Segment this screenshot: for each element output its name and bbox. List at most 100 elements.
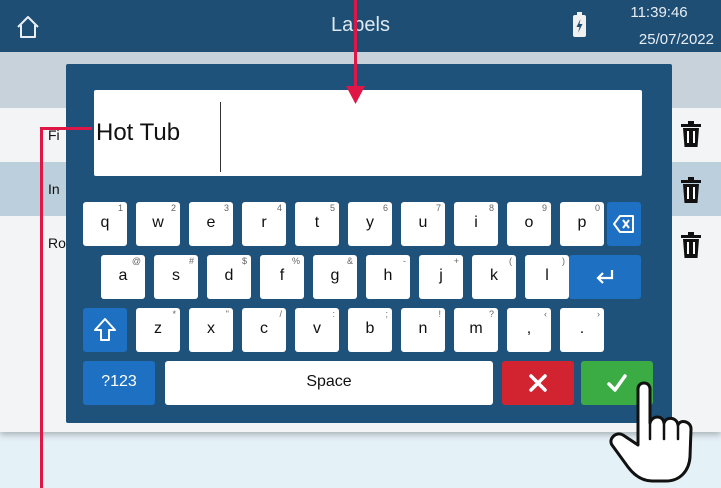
key-alt-label: # [188, 256, 194, 266]
key-alt-label: 9 [541, 203, 547, 213]
key-label: b [365, 320, 375, 337]
key-p[interactable]: p0 [560, 202, 604, 246]
key-label: n [418, 320, 428, 337]
key-r[interactable]: r4 [242, 202, 286, 246]
clock-time: 11:39:46 [630, 4, 688, 21]
key-label: i [474, 214, 478, 231]
key-b[interactable]: b; [348, 308, 392, 352]
label-text-input[interactable]: Hot Tub [94, 90, 642, 176]
key-q[interactable]: q1 [83, 202, 127, 246]
key-s[interactable]: s # [154, 255, 198, 299]
key-n[interactable]: n! [401, 308, 445, 352]
key-e[interactable]: e3 [189, 202, 233, 246]
key-label: p [577, 214, 587, 231]
key-label: e [206, 214, 216, 231]
hand-pointer-icon [609, 381, 693, 483]
key-label: . [579, 320, 585, 337]
key-label: m [469, 320, 483, 337]
key-label: r [261, 214, 267, 231]
trash-icon[interactable] [681, 232, 701, 258]
key-label: a [118, 267, 128, 284]
key-j[interactable]: j + [419, 255, 463, 299]
annotation-line [354, 0, 357, 90]
space-button[interactable]: Space [165, 361, 493, 405]
key-alt-label: 8 [488, 203, 494, 213]
key-label: j [439, 267, 443, 284]
key-z[interactable]: z * [136, 308, 180, 352]
key-label: c [260, 320, 268, 337]
shift-button[interactable] [83, 308, 127, 352]
key-alt-label: + [453, 256, 459, 266]
key-k[interactable]: k( [472, 255, 516, 299]
key-u[interactable]: u7 [401, 202, 445, 246]
key-label: o [524, 214, 534, 231]
key-o[interactable]: o9 [507, 202, 551, 246]
key-alt-label: % [291, 256, 300, 266]
key-period[interactable]: . › [560, 308, 604, 352]
clock-date: 25/07/2022 [638, 31, 714, 48]
key-l[interactable]: l) [525, 255, 569, 299]
trash-icon[interactable] [681, 177, 701, 203]
key-v[interactable]: v: [295, 308, 339, 352]
key-y[interactable]: y6 [348, 202, 392, 246]
key-label: t [314, 214, 320, 231]
symbols-label: ?123 [101, 373, 137, 390]
key-h[interactable]: h- [366, 255, 410, 299]
enter-icon [596, 270, 614, 284]
key-a[interactable]: a @ [101, 255, 145, 299]
cancel-button[interactable] [502, 361, 574, 405]
key-t[interactable]: t5 [295, 202, 339, 246]
key-label: g [330, 267, 340, 284]
backspace-icon [613, 215, 634, 233]
key-label: s [172, 267, 180, 284]
key-alt-label: * [172, 309, 176, 319]
key-alt-label: ‹ [544, 309, 547, 319]
key-alt-label: 4 [276, 203, 282, 213]
battery-icon [573, 12, 586, 37]
input-value: Hot Tub [96, 119, 181, 146]
header-bar: Labels 11:39:46 25/07/2022 [0, 0, 721, 52]
key-i[interactable]: i8 [454, 202, 498, 246]
trash-icon[interactable] [681, 121, 701, 147]
key-w[interactable]: w2 [136, 202, 180, 246]
annotation-arrow-icon [346, 86, 365, 104]
enter-button[interactable] [569, 255, 641, 299]
key-label: u [418, 214, 428, 231]
key-alt-label: › [597, 309, 600, 319]
key-alt-label: ( [509, 256, 512, 266]
key-alt-label: @ [131, 256, 141, 266]
key-alt-label: $ [241, 256, 247, 266]
key-alt-label: 2 [170, 203, 176, 213]
device-screen: Labels 11:39:46 25/07/2022 Fi In Ro Hot … [0, 0, 721, 432]
key-f[interactable]: f% [260, 255, 304, 299]
key-alt-label: ? [488, 309, 494, 319]
symbols-button[interactable]: ?123 [83, 361, 155, 405]
key-label: z [154, 320, 162, 337]
clock: 11:39:46 25/07/2022 [604, 4, 714, 48]
key-label: y [366, 214, 374, 231]
key-alt-label: : [332, 309, 335, 319]
key-alt-label: 6 [382, 203, 388, 213]
key-label: v [313, 320, 321, 337]
key-label: q [100, 214, 110, 231]
annotation-line [40, 127, 92, 130]
backspace-button[interactable] [607, 202, 641, 246]
list-item-label: Ro [48, 235, 66, 251]
key-alt-label: 1 [117, 203, 123, 213]
key-g[interactable]: g & [313, 255, 357, 299]
key-label: k [490, 267, 498, 284]
key-alt-label: 7 [435, 203, 441, 213]
key-label: w [152, 214, 164, 231]
close-icon [529, 374, 547, 392]
key-alt-label: ; [385, 309, 388, 319]
text-caret [220, 102, 221, 172]
key-m[interactable]: m? [454, 308, 498, 352]
key-label: f [279, 267, 285, 284]
key-c[interactable]: c / [242, 308, 286, 352]
key-label: , [526, 320, 532, 337]
key-x[interactable]: x " [189, 308, 233, 352]
key-comma[interactable]: , ‹ [507, 308, 551, 352]
key-d[interactable]: d $ [207, 255, 251, 299]
key-alt-label: " [225, 309, 229, 319]
key-alt-label: ) [562, 256, 565, 266]
